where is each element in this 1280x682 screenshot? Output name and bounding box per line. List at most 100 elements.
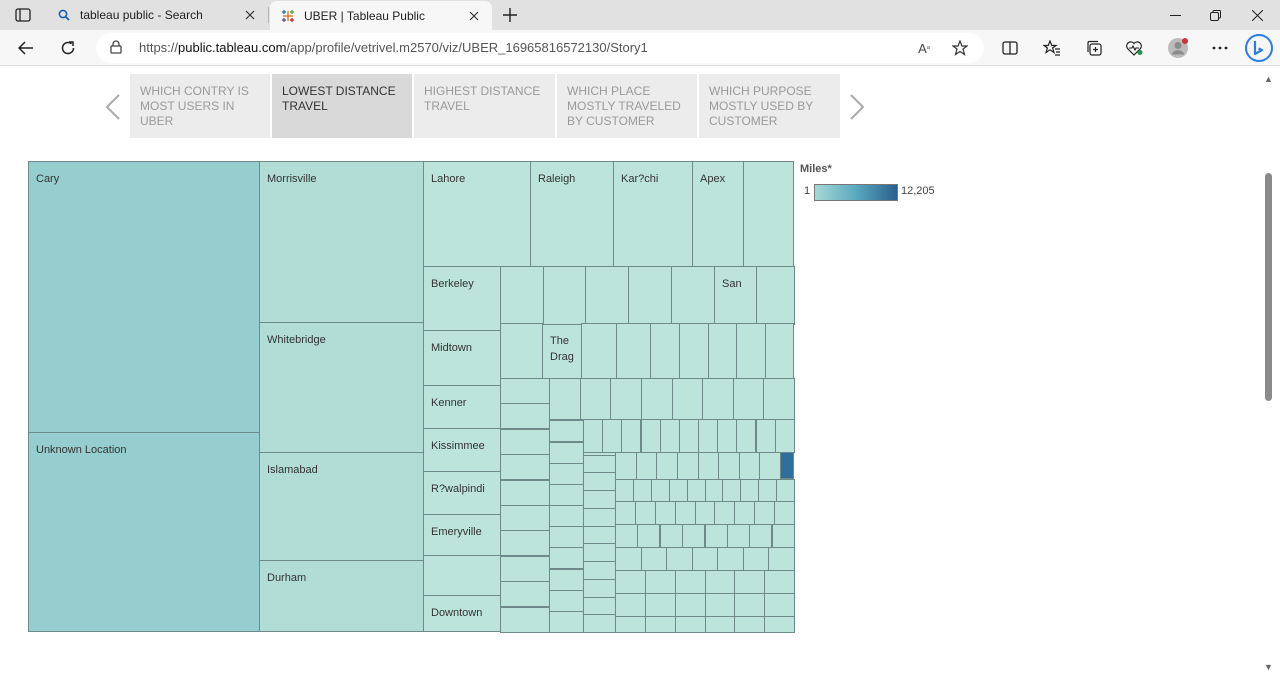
treemap-cell[interactable]: [641, 419, 661, 453]
treemap-cell[interactable]: [500, 480, 550, 506]
treemap-cell[interactable]: [705, 570, 736, 594]
treemap-cell[interactable]: [672, 378, 704, 420]
treemap-cell-apex[interactable]: Apex: [692, 161, 744, 267]
treemap-cell[interactable]: [695, 501, 716, 525]
tab-tableau[interactable]: UBER | Tableau Public: [270, 1, 492, 30]
treemap-cell-midtown[interactable]: Midtown: [423, 330, 501, 386]
treemap-cell[interactable]: [615, 570, 646, 594]
treemap-cell[interactable]: [756, 419, 776, 453]
treemap-cell[interactable]: [583, 508, 616, 527]
story-point-5[interactable]: WHICH PURPOSE MOSTLY USED BY CUSTOMER: [699, 74, 840, 138]
treemap-cell-kissimmee[interactable]: Kissimmee: [423, 428, 501, 472]
treemap-cell-karachi[interactable]: Kar?chi: [613, 161, 693, 267]
profile-button[interactable]: [1164, 34, 1192, 62]
treemap-cell[interactable]: [764, 593, 795, 617]
close-icon[interactable]: [466, 8, 482, 24]
treemap-cell[interactable]: [500, 266, 544, 325]
treemap-cell-san[interactable]: San: [714, 266, 757, 324]
treemap-cell-kenner[interactable]: Kenner: [423, 385, 501, 429]
url-text[interactable]: https://public.tableau.com/app/profile/v…: [139, 40, 648, 55]
treemap-cell[interactable]: [692, 547, 719, 571]
treemap-cell-raleigh[interactable]: Raleigh: [530, 161, 614, 267]
treemap-cell-durham[interactable]: Durham: [259, 560, 424, 632]
treemap-cell[interactable]: [675, 616, 706, 633]
treemap-cell[interactable]: [734, 570, 765, 594]
page-scrollbar[interactable]: ▲ ▼: [1262, 67, 1274, 680]
treemap-cell[interactable]: [615, 547, 642, 571]
treemap-cell[interactable]: [775, 419, 795, 453]
treemap-cell[interactable]: [549, 547, 584, 569]
treemap-cell[interactable]: [543, 266, 587, 325]
treemap-cell[interactable]: [500, 378, 550, 404]
treemap-cell-morrisville[interactable]: Morrisville: [259, 161, 424, 323]
treemap-cell-downtown[interactable]: Downtown: [423, 595, 501, 632]
treemap-cell[interactable]: [580, 378, 612, 420]
treemap-cell[interactable]: [743, 547, 770, 571]
treemap-cell[interactable]: [549, 569, 584, 591]
treemap-cell[interactable]: [500, 607, 550, 633]
treemap-cell[interactable]: [736, 419, 756, 453]
treemap-cell[interactable]: [636, 452, 658, 480]
treemap-cell[interactable]: [645, 593, 676, 617]
refresh-button[interactable]: [54, 34, 82, 62]
treemap-cell[interactable]: [549, 484, 584, 506]
tab-search[interactable]: tableau public - Search: [46, 0, 268, 30]
story-point-4[interactable]: WHICH PLACE MOSTLY TRAVELED BY CUSTOMER: [557, 74, 697, 138]
treemap-cell[interactable]: [705, 524, 728, 548]
address-bar[interactable]: https://public.tableau.com/app/profile/v…: [96, 33, 984, 63]
treemap-cell[interactable]: [660, 524, 683, 548]
treemap-cell[interactable]: [641, 378, 673, 420]
treemap-cell[interactable]: [776, 479, 795, 502]
treemap-cell[interactable]: [500, 505, 550, 531]
treemap-cell[interactable]: [616, 323, 651, 380]
treemap-cell[interactable]: [763, 378, 795, 420]
treemap-cell[interactable]: [500, 556, 550, 582]
treemap-cell[interactable]: [615, 593, 646, 617]
treemap-cell[interactable]: [549, 590, 584, 612]
treemap-cell[interactable]: [500, 581, 550, 607]
treemap-cell[interactable]: [749, 524, 772, 548]
back-button[interactable]: [12, 34, 40, 62]
close-window-button[interactable]: [1234, 0, 1280, 30]
treemap-cell[interactable]: [610, 378, 642, 420]
treemap-cell[interactable]: [743, 161, 794, 267]
treemap-cell[interactable]: [500, 429, 550, 455]
treemap-cell[interactable]: [549, 526, 584, 548]
treemap-cell[interactable]: [764, 570, 795, 594]
treemap-cell[interactable]: [656, 452, 678, 480]
treemap-cell[interactable]: [764, 616, 795, 633]
treemap-cell[interactable]: [733, 378, 765, 420]
treemap-cell[interactable]: [756, 266, 795, 325]
treemap-cell[interactable]: [739, 452, 761, 480]
treemap-cell[interactable]: [714, 501, 735, 525]
treemap-cell[interactable]: [615, 452, 637, 480]
treemap-cell-lahore[interactable]: Lahore: [423, 161, 531, 267]
treemap-cell[interactable]: [734, 593, 765, 617]
treemap-cell[interactable]: [581, 323, 617, 380]
close-icon[interactable]: [242, 7, 258, 23]
treemap-cell[interactable]: [666, 547, 693, 571]
story-point-1[interactable]: WHICH CONTRY IS MOST USERS IN UBER: [130, 74, 270, 138]
treemap-cell[interactable]: [500, 403, 550, 429]
treemap-cell[interactable]: [734, 501, 755, 525]
treemap-cell[interactable]: [583, 561, 616, 580]
treemap-cell[interactable]: [615, 479, 634, 502]
settings-more-button[interactable]: [1206, 34, 1234, 62]
treemap-cell[interactable]: [500, 454, 550, 480]
story-next-arrow[interactable]: [848, 94, 866, 120]
tab-actions-button[interactable]: [8, 4, 38, 26]
treemap-cell[interactable]: [768, 547, 795, 571]
lock-icon[interactable]: [110, 40, 122, 59]
treemap-cell[interactable]: [722, 479, 741, 502]
treemap-cell[interactable]: [549, 463, 584, 485]
treemap-cell-rawalpindi[interactable]: R?walpindi: [423, 471, 501, 515]
treemap-cell-max[interactable]: [780, 452, 794, 479]
treemap-cell[interactable]: [651, 479, 670, 502]
scrollbar-thumb[interactable]: [1265, 173, 1272, 401]
treemap-cell[interactable]: [583, 579, 616, 598]
treemap-cell[interactable]: [705, 616, 736, 633]
treemap-cell[interactable]: [772, 524, 795, 548]
treemap-cell-islamabad[interactable]: Islamabad: [259, 452, 424, 561]
treemap-cell[interactable]: [675, 501, 696, 525]
treemap-cell[interactable]: [641, 547, 668, 571]
